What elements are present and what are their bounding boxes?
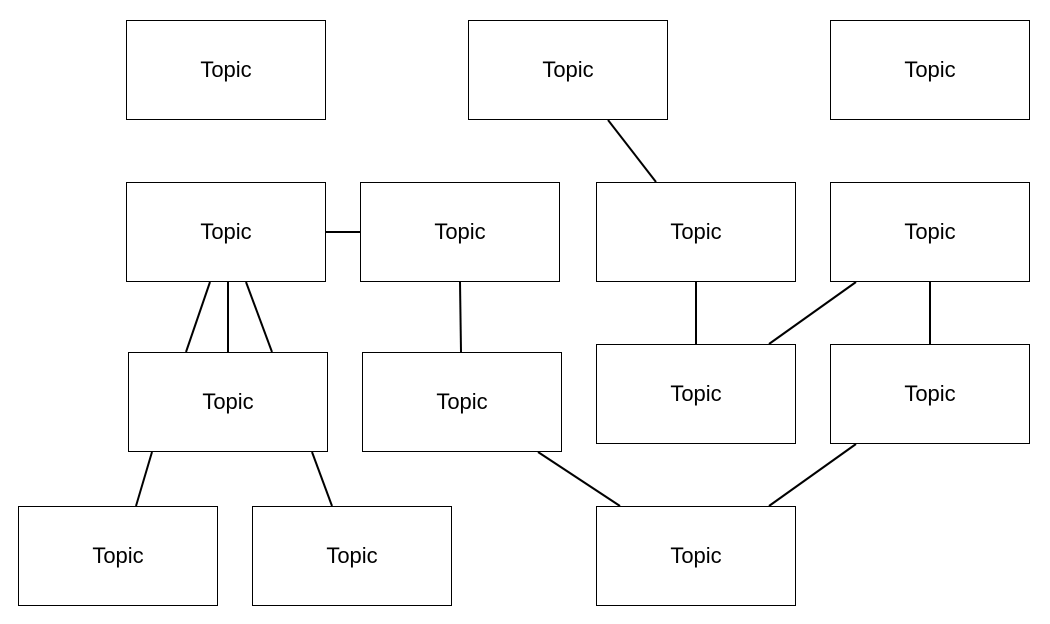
connector-n8-n12 bbox=[135, 451, 153, 507]
connector-n4-n8 bbox=[185, 281, 211, 353]
topic-node[interactable]: Topic bbox=[252, 506, 452, 606]
connector-n8-n13 bbox=[311, 451, 333, 507]
topic-node[interactable]: Topic bbox=[830, 182, 1030, 282]
topic-node[interactable]: Topic bbox=[830, 20, 1030, 120]
topic-label: Topic bbox=[670, 219, 722, 244]
topic-label: Topic bbox=[436, 389, 488, 414]
topic-node[interactable]: Topic bbox=[18, 506, 218, 606]
topic-label: Topic bbox=[670, 543, 722, 568]
connector-n9-n14 bbox=[537, 451, 621, 507]
topic-label: Topic bbox=[904, 381, 956, 406]
topic-label: Topic bbox=[92, 543, 144, 568]
connector-n5-n9 bbox=[459, 281, 462, 353]
topic-label: Topic bbox=[326, 543, 378, 568]
topic-label: Topic bbox=[904, 57, 956, 82]
topic-node[interactable]: Topic bbox=[360, 182, 560, 282]
topic-label: Topic bbox=[670, 381, 722, 406]
connector-n4-n8 bbox=[245, 281, 273, 353]
connector-n11-n14 bbox=[768, 443, 857, 507]
topic-node[interactable]: Topic bbox=[468, 20, 668, 120]
topic-node[interactable]: Topic bbox=[126, 20, 326, 120]
connector-n2-n6 bbox=[607, 119, 657, 183]
topic-node[interactable]: Topic bbox=[596, 344, 796, 444]
topic-label: Topic bbox=[434, 219, 486, 244]
connector-n7-n10 bbox=[768, 281, 857, 345]
topic-label: Topic bbox=[904, 219, 956, 244]
topic-node[interactable]: Topic bbox=[128, 352, 328, 452]
topic-label: Topic bbox=[200, 57, 252, 82]
topic-node[interactable]: Topic bbox=[596, 506, 796, 606]
topic-node[interactable]: Topic bbox=[126, 182, 326, 282]
topic-label: Topic bbox=[202, 389, 254, 414]
topic-node[interactable]: Topic bbox=[362, 352, 562, 452]
topic-node[interactable]: Topic bbox=[830, 344, 1030, 444]
topic-label: Topic bbox=[542, 57, 594, 82]
topic-label: Topic bbox=[200, 219, 252, 244]
topic-node[interactable]: Topic bbox=[596, 182, 796, 282]
